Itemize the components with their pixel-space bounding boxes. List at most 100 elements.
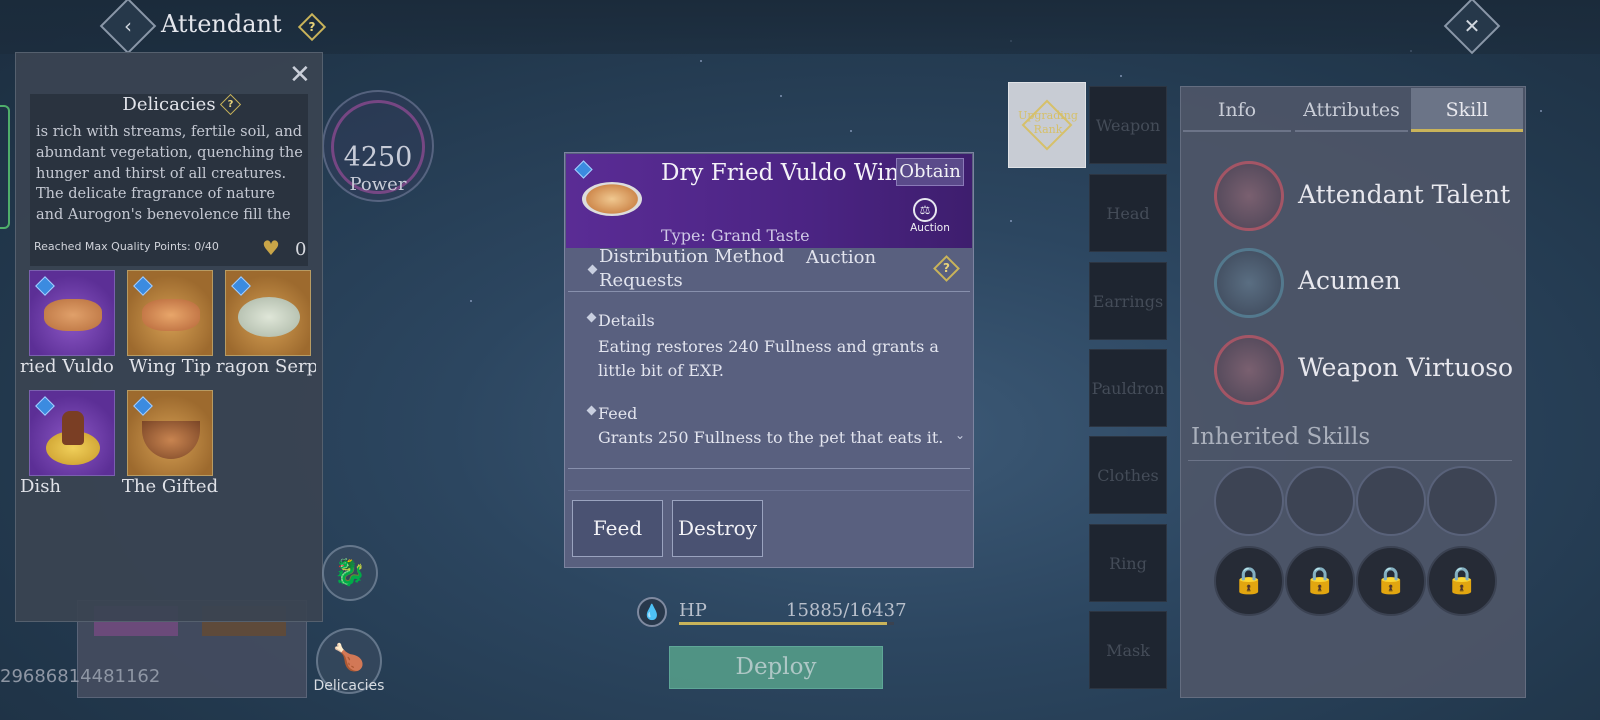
tab-active-indicator [1411,129,1523,132]
question-icon: ? [943,261,950,275]
rarity-badge-icon [35,396,55,416]
food-name: The Gifted [121,476,219,497]
power-value: 4250 [343,142,413,173]
distribution-label: Distribution Method [599,246,785,267]
skill-name: Attendant Talent [1298,180,1511,209]
hp-bar-fill [679,622,887,625]
weapon-virtuoso-icon[interactable] [1214,335,1284,405]
food-name: ried Vuldo [20,356,114,377]
divider [568,468,970,469]
heart-icon: ♥ [262,236,280,260]
feed-text: Grants 250 Fullness to the pet that eats… [598,428,944,447]
inherited-skills-title: Inherited Skills [1191,424,1371,450]
deploy-button[interactable]: Deploy [669,646,883,689]
pauldron-slot[interactable]: Pauldron [1089,349,1167,427]
section-title: Delicacies [30,94,308,115]
upgrade-rank-label: Upgrading Rank [1018,109,1078,136]
weapon-slot[interactable]: Weapon [1089,86,1167,164]
food-tile[interactable] [29,390,115,476]
side-tab[interactable] [0,105,10,229]
distribution-value-wrap: Requests [599,270,683,291]
tab-skill[interactable]: Skill [1411,88,1523,132]
wing-tip-icon [142,299,200,331]
locked-skill-slot[interactable]: 🔒 [1214,546,1284,616]
rarity-badge-icon [35,276,55,296]
heart-count: 0 [295,239,307,260]
locked-skill-slot[interactable]: 🔒 [1285,546,1355,616]
auction-label: Auction [910,222,950,234]
food-name: Dish [20,476,62,497]
food-name: ragon Serpe [216,356,316,377]
tab-info[interactable]: Info [1183,88,1291,132]
tab-underline [1183,130,1291,132]
question-icon: ? [227,99,234,110]
auction-icon: ⚖ [913,198,937,222]
close-panel-icon[interactable]: ✕ [289,60,311,90]
page-title: Attendant [161,10,282,38]
inherited-skill-slot[interactable] [1214,466,1284,536]
tab-underline [1295,130,1408,132]
rarity-badge-icon [133,396,153,416]
skill-name: Acumen [1298,266,1401,295]
details-title: Details [598,311,655,330]
player-id: 29686814481162 [0,666,161,687]
skill-name: Weapon Virtuoso [1298,353,1514,382]
destroy-button[interactable]: Destroy [672,500,763,557]
mask-slot[interactable]: Mask [1089,611,1167,689]
drumstick-icon: 🍗 [332,643,366,673]
chevron-left-icon: ‹ [124,14,132,38]
pet-icon[interactable]: 🐉 [322,545,378,601]
section-title-text: Delicacies [122,94,216,115]
power-label: Power [349,174,407,195]
lock-icon: 🔒 [1374,566,1408,596]
feed-button[interactable]: Feed [572,500,663,557]
lock-icon: 🔒 [1232,566,1266,596]
fried-wing-icon [582,182,642,216]
description-text: is rich with streams, fertile soil, and … [36,124,303,224]
head-slot[interactable]: Head [1089,174,1167,252]
food-tile[interactable] [127,270,213,356]
acumen-icon[interactable] [1214,248,1284,318]
rarity-badge-icon [133,276,153,296]
hp-label: HP [679,600,707,621]
item-type: Type: Grand Taste [661,226,810,245]
obtain-button[interactable]: Obtain [896,158,964,186]
quality-points: Reached Max Quality Points: 0/40 [34,240,219,253]
food-tile[interactable] [225,270,311,356]
lock-icon: 🔒 [1445,566,1479,596]
gifted-bowl-icon [142,421,200,459]
inherited-skill-slot[interactable] [1356,466,1426,536]
question-icon: ? [308,20,316,34]
hp-drop-icon: 💧 [637,597,667,627]
pot-icon [62,411,84,445]
locked-skill-slot[interactable]: 🔒 [1427,546,1497,616]
earrings-slot[interactable]: Earrings [1089,262,1167,340]
scroll-down-icon[interactable]: ⌄ [955,428,965,442]
clothes-slot[interactable]: Clothes [1089,436,1167,514]
inherited-skill-slot[interactable] [1427,466,1497,536]
feed-title: Feed [598,404,638,423]
rarity-badge-icon [231,276,251,296]
upgrade-rank-slot[interactable]: Upgrading Rank [1008,82,1086,168]
delicacies-button-label: Delicacies [313,678,385,694]
distribution-value: Auction [806,246,906,270]
attendant-talent-icon[interactable] [1214,161,1284,231]
soup-bowl-icon [238,297,300,337]
ring-slot[interactable]: Ring [1089,524,1167,602]
food-tile[interactable] [29,270,115,356]
food-name: Wing Tip [128,356,212,377]
food-tile[interactable] [127,390,213,476]
locked-skill-slot[interactable]: 🔒 [1356,546,1426,616]
details-text: Eating restores 240 Fullness and grants … [598,337,939,380]
inherited-skill-slot[interactable] [1285,466,1355,536]
item-title: Dry Fried Vuldo Wing [661,160,915,186]
lock-icon: 🔒 [1303,566,1337,596]
divider [1188,460,1512,461]
distribution-value-text: Auction [806,247,877,268]
tab-attributes[interactable]: Attributes [1295,88,1408,132]
hp-bar [679,622,894,625]
divider [568,291,970,292]
close-icon: ✕ [1463,14,1481,38]
fried-wing-icon [44,299,102,331]
hp-value: 15885/16437 [786,600,907,621]
